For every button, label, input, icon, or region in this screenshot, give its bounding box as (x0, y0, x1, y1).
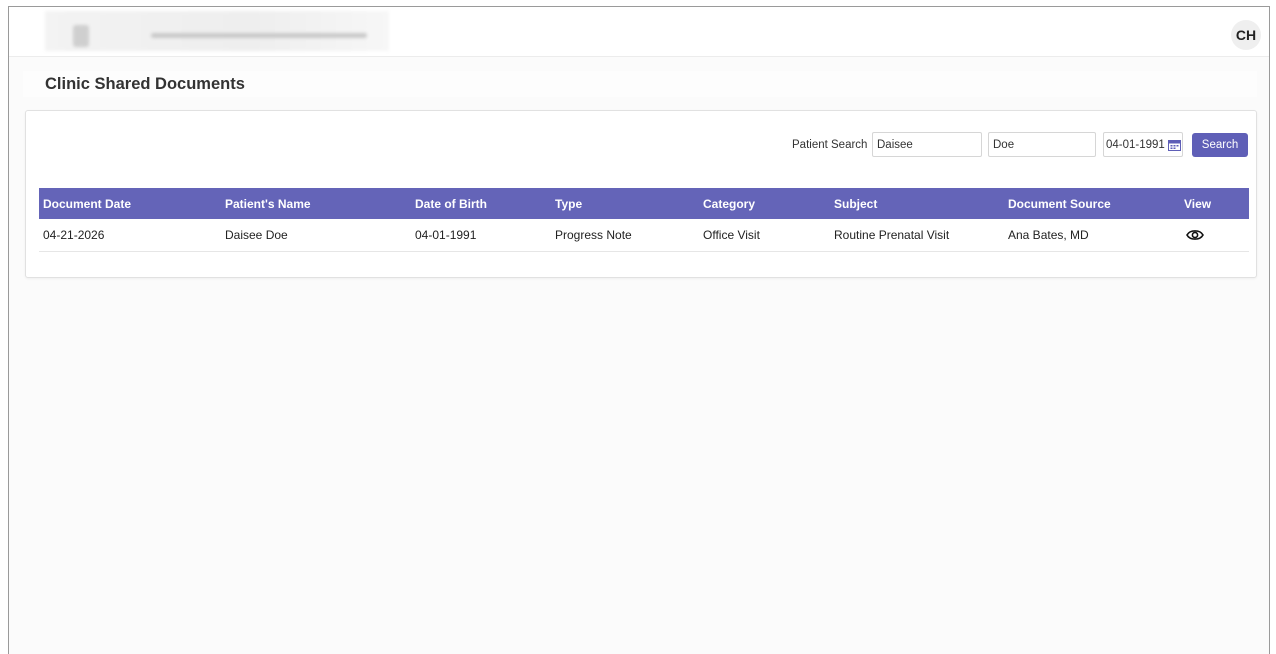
column-header-category[interactable]: Category (699, 188, 830, 219)
documents-table: Document Date Patient's Name Date of Bir… (39, 188, 1249, 252)
first-name-input[interactable] (872, 132, 982, 157)
column-header-document-date[interactable]: Document Date (39, 188, 221, 219)
last-name-input[interactable] (988, 132, 1096, 157)
dob-input[interactable]: 04-01-1991 (1103, 132, 1183, 157)
cell-document-source: Ana Bates, MD (1004, 219, 1180, 252)
avatar[interactable]: CH (1231, 20, 1261, 50)
eye-icon[interactable] (1186, 228, 1204, 242)
cell-document-date: 04-21-2026 (39, 219, 221, 252)
page-title: Clinic Shared Documents (45, 75, 245, 93)
top-bar: CH (9, 7, 1269, 57)
column-header-patient-name[interactable]: Patient's Name (221, 188, 411, 219)
logo-banner (45, 11, 389, 51)
cell-view (1180, 219, 1249, 252)
app-window: CH Clinic Shared Documents Patient Searc… (8, 6, 1270, 654)
cell-subject: Routine Prenatal Visit (830, 219, 1004, 252)
logo-text-blurred (151, 33, 367, 38)
patient-search-label: Patient Search (792, 139, 868, 151)
column-header-date-of-birth[interactable]: Date of Birth (411, 188, 551, 219)
table-row: 04-21-2026 Daisee Doe 04-01-1991 Progres… (39, 219, 1249, 252)
cell-patient-name: Daisee Doe (221, 219, 411, 252)
documents-card: Patient Search 04-01-1991 Search (25, 110, 1257, 278)
cell-date-of-birth: 04-01-1991 (411, 219, 551, 252)
cell-type: Progress Note (551, 219, 699, 252)
column-header-document-source[interactable]: Document Source (1004, 188, 1180, 219)
calendar-icon[interactable] (1167, 139, 1181, 151)
cell-category: Office Visit (699, 219, 830, 252)
search-button[interactable]: Search (1192, 133, 1248, 157)
column-header-subject[interactable]: Subject (830, 188, 1004, 219)
column-header-view: View (1180, 188, 1249, 219)
logo-icon (73, 25, 89, 47)
page-title-bar: Clinic Shared Documents (23, 71, 1257, 97)
table-header-row: Document Date Patient's Name Date of Bir… (39, 188, 1249, 219)
column-header-type[interactable]: Type (551, 188, 699, 219)
dob-value: 04-01-1991 (1106, 138, 1165, 151)
